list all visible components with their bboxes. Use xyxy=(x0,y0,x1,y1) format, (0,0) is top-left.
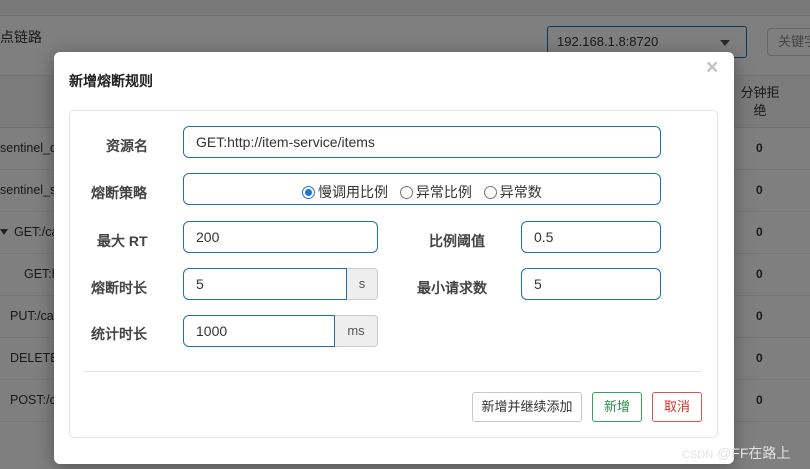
strategy-option-error-ratio[interactable]: 异常比例 xyxy=(399,182,472,202)
strategy-label: 熔断策略 xyxy=(91,185,147,201)
ratio-threshold-label: 比例阈值 xyxy=(429,233,485,249)
strategy-radio-group: 慢调用比例 异常比例 异常数 xyxy=(302,182,550,202)
radio-unchecked-icon xyxy=(483,186,497,199)
stat-duration-input[interactable]: 1000 xyxy=(183,315,335,347)
break-duration-input[interactable]: 5 xyxy=(183,268,347,300)
add-button[interactable]: 新增 xyxy=(592,392,642,422)
resource-name-label: 资源名 xyxy=(106,138,148,154)
strategy-option-label: 异常数 xyxy=(499,184,542,200)
watermark: CSDN @FF在路上 xyxy=(682,443,790,463)
break-duration-unit: s xyxy=(347,268,378,300)
dialog-header: 新增熔断规则 × xyxy=(54,52,734,106)
strategy-option-error-count[interactable]: 异常数 xyxy=(483,182,542,202)
dialog-title: 新增熔断规则 xyxy=(69,73,153,89)
strategy-option-label: 慢调用比例 xyxy=(318,184,388,200)
stat-duration-label: 统计时长 xyxy=(91,326,147,342)
break-duration-label: 熔断时长 xyxy=(91,280,147,296)
resource-name-input[interactable]: GET:http://item-service/items xyxy=(183,126,661,158)
radio-checked-icon xyxy=(302,186,315,199)
ratio-threshold-input[interactable]: 0.5 xyxy=(521,221,661,253)
add-circuit-breaker-rule-dialog: 新增熔断规则 × 资源名 GET:http://item-service/ite… xyxy=(54,52,734,464)
rule-form: 资源名 GET:http://item-service/items 熔断策略 慢… xyxy=(69,110,718,438)
min-requests-label: 最小请求数 xyxy=(417,280,487,296)
max-rt-input[interactable]: 200 xyxy=(183,221,378,253)
cancel-button[interactable]: 取消 xyxy=(652,392,702,422)
strategy-option-slow-ratio[interactable]: 慢调用比例 xyxy=(302,182,388,202)
min-requests-input[interactable]: 5 xyxy=(521,268,661,300)
add-and-continue-button[interactable]: 新增并继续添加 xyxy=(472,392,582,422)
max-rt-label: 最大 RT xyxy=(97,233,148,249)
footer-divider xyxy=(84,371,702,372)
stat-duration-unit: ms xyxy=(335,315,378,347)
watermark-prefix: CSDN xyxy=(682,449,714,461)
strategy-option-label: 异常比例 xyxy=(415,184,472,200)
watermark-author: @FF在路上 xyxy=(717,445,791,461)
close-icon[interactable]: × xyxy=(706,57,718,78)
strategy-radio-group-box: 慢调用比例 异常比例 异常数 xyxy=(183,173,661,205)
radio-unchecked-icon xyxy=(399,186,413,199)
